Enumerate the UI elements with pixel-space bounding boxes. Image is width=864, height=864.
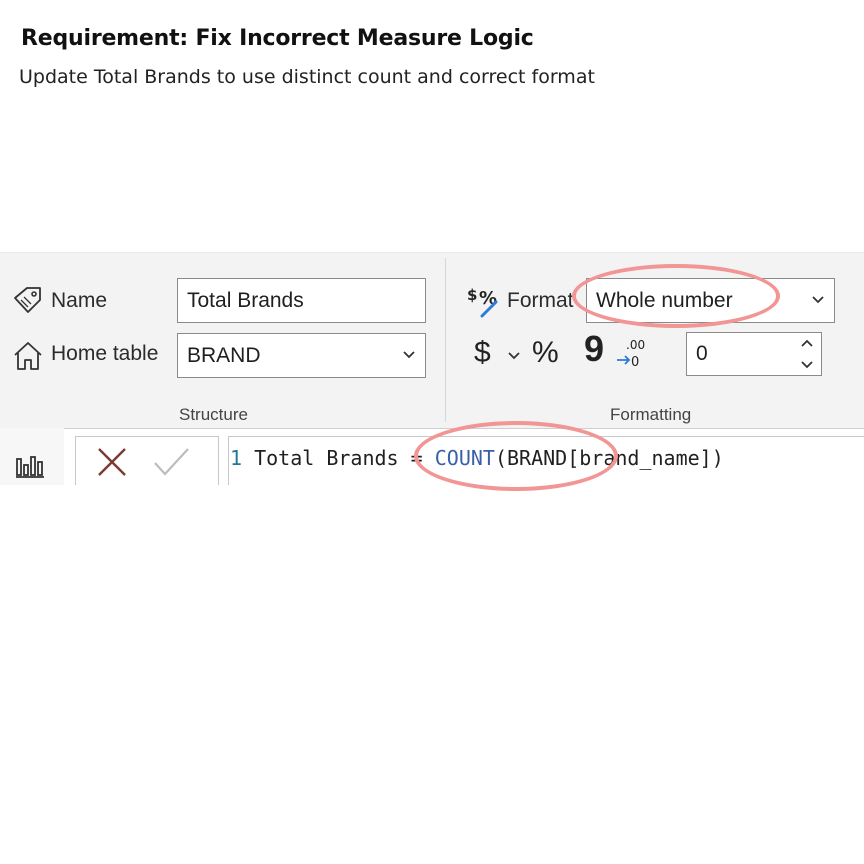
svg-text:$: $ [467,286,477,304]
format-icon: $ % [467,286,498,318]
chevron-down-icon [403,350,415,358]
percent-button[interactable]: % [532,336,559,370]
home-table-label: Home table [51,342,159,365]
structure-group-label: Structure [179,405,248,424]
name-input[interactable]: Total Brands [177,278,426,323]
commit-check-icon[interactable] [152,446,190,478]
format-label: Format [507,289,574,312]
currency-button[interactable]: $ [474,336,491,370]
cancel-icon[interactable] [96,446,128,478]
spin-up-icon[interactable] [801,339,813,347]
spin-down-icon[interactable] [801,361,813,369]
decimal-places-stepper[interactable]: 0 [686,332,822,376]
measure-name-token: Total Brands [254,446,399,470]
svg-text:%: % [479,288,497,309]
requirement-title: Requirement: Fix Incorrect Measure Logic [21,26,534,51]
chevron-down-icon[interactable] [508,352,520,360]
comma-style-button[interactable]: 9 [584,328,604,370]
requirement-subtitle: Update Total Brands to use distinct coun… [19,66,595,88]
chevron-down-icon [812,295,824,303]
formatting-group-label: Formatting [610,405,692,424]
line-number: 1 [230,446,243,470]
tag-icon [14,287,41,313]
close-paren-token: ) [711,446,724,470]
decimal-places-value: 0 [696,342,708,365]
highlight-format-oval [572,264,780,328]
home-table-value: BRAND [187,343,261,367]
svg-text:.00: .00 [626,338,645,352]
highlight-count-oval [414,421,618,491]
decrease-decimal-icon[interactable]: .00 0 [614,336,648,370]
home-icon [14,342,42,370]
ribbon-divider [445,258,446,422]
report-view-icon[interactable] [15,453,45,479]
home-table-select[interactable]: BRAND [177,333,426,378]
name-label: Name [51,289,108,312]
svg-text:0: 0 [631,355,639,370]
name-input-value: Total Brands [187,288,304,312]
